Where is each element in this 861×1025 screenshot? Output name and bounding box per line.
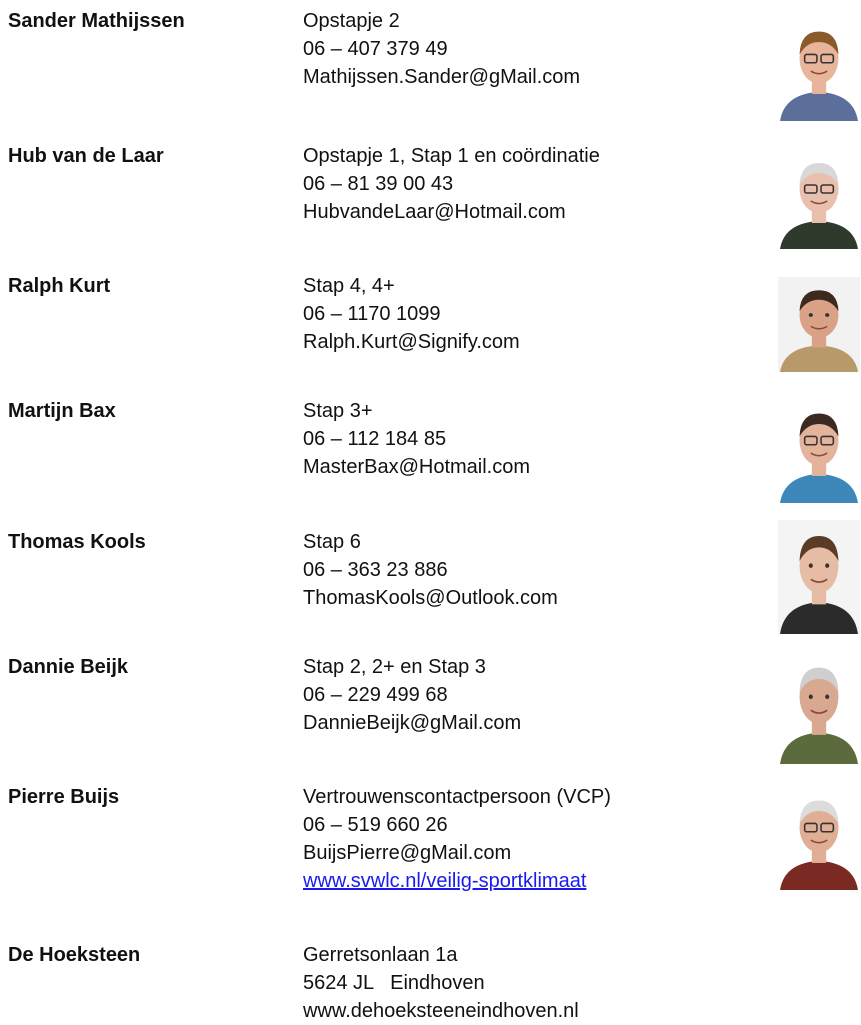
contact-email: ThomasKools@Outlook.com [303,587,558,609]
contact-phone: 06 – 407 379 49 [303,38,448,60]
contact-photo [778,520,860,634]
contact-email: HubvandeLaar@Hotmail.com [303,201,566,223]
contact-role: Stap 6 [303,531,361,553]
contact-phone: 06 – 112 184 85 [303,428,447,450]
contact-name: Sander Mathijssen [8,10,185,32]
contact-name: De Hoeksteen [8,944,141,966]
contact-details: Gerretsonlaan 1a 5624 JL Eindhoven www.d… [303,941,579,1025]
contact-photo [778,149,860,249]
contact-details: Stap 2, 2+ en Stap 3 06 – 229 499 68 Dan… [303,653,521,737]
veilig-sportklimaat-link[interactable]: www.svwlc.nl/veilig-sportklimaat [303,870,586,892]
address-city: 5624 JL Eindhoven [303,972,485,994]
contact-details: Opstapje 2 06 – 407 379 49 Mathijssen.Sa… [303,7,580,91]
contact-email: BuijsPierre@gMail.com [303,842,512,864]
contact-name: Ralph Kurt [8,275,111,297]
website: www.dehoeksteeneindhoven.nl [303,1000,579,1022]
contact-details: Stap 6 06 – 363 23 886 ThomasKools@Outlo… [303,528,558,612]
contact-name: Hub van de Laar [8,145,164,167]
contact-photo [778,786,860,890]
contact-name: Pierre Buijs [8,786,120,808]
contact-photo [778,399,860,503]
contact-details: Stap 3+ 06 – 112 184 85 MasterBax@Hotmai… [303,397,530,481]
contact-email: MasterBax@Hotmail.com [303,456,531,478]
contact-phone: 06 – 1170 1099 [303,303,441,325]
contact-details: Vertrouwenscontactpersoon (VCP) 06 – 519… [303,783,611,895]
contact-email: DannieBeijk@gMail.com [303,712,522,734]
contact-phone: 06 – 363 23 886 [303,559,448,581]
contact-email: Ralph.Kurt@Signify.com [303,331,520,353]
contact-role: Stap 2, 2+ en Stap 3 [303,656,486,678]
contact-role: Vertrouwenscontactpersoon (VCP) [303,786,611,808]
contact-details: Opstapje 1, Stap 1 en coördinatie 06 – 8… [303,142,600,226]
contact-email: Mathijssen.Sander@gMail.com [303,66,581,88]
contact-photo [778,277,860,372]
contact-phone: 06 – 81 39 00 43 [303,173,454,195]
contact-role: Stap 3+ [303,400,373,422]
contact-details: Stap 4, 4+ 06 – 1170 1099 Ralph.Kurt@Sig… [303,272,520,356]
contact-name: Martijn Bax [8,400,116,422]
contact-name: Thomas Kools [8,531,146,553]
contact-phone: 06 – 229 499 68 [303,684,448,706]
contact-phone: 06 – 519 660 26 [303,814,448,836]
address-street: Gerretsonlaan 1a [303,944,458,966]
contact-photo [778,652,860,764]
contact-name: Dannie Beijk [8,656,129,678]
contact-role: Opstapje 2 [303,10,400,32]
contact-photo [778,17,860,121]
contact-role: Opstapje 1, Stap 1 en coördinatie [303,145,600,167]
contact-role: Stap 4, 4+ [303,275,395,297]
